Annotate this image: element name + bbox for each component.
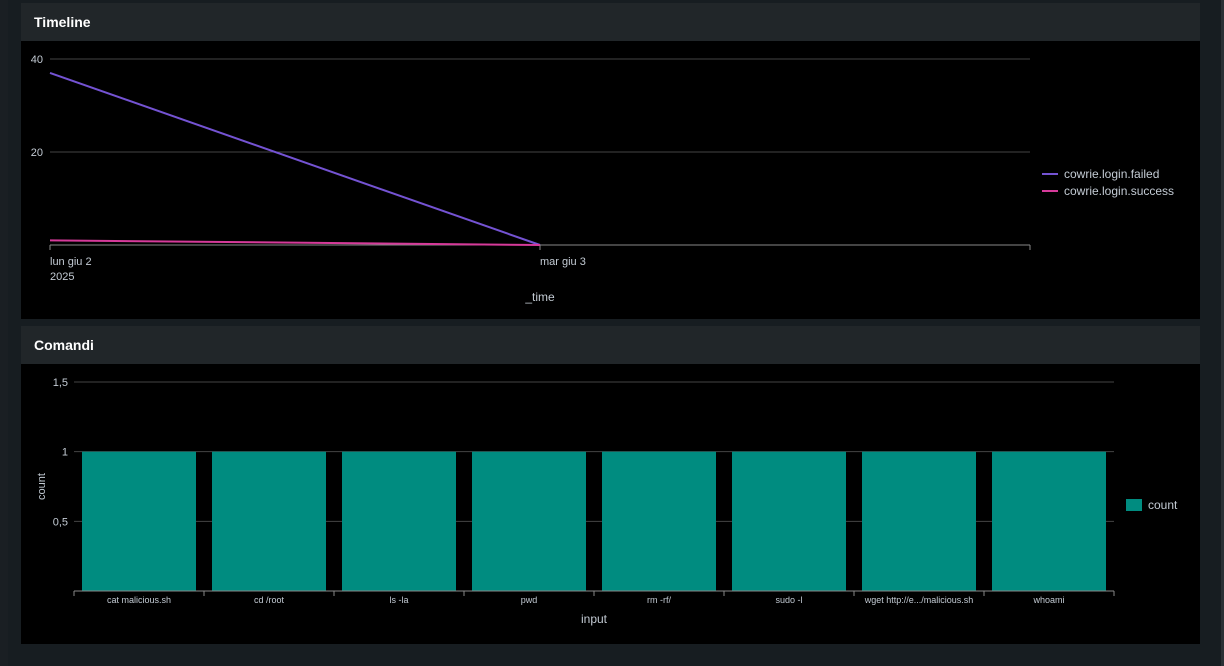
bar <box>212 451 326 591</box>
x-axis-label: input <box>581 612 608 626</box>
x-tick-label: cat malicious.sh <box>107 595 171 605</box>
x-tick-label: rm -rf/ <box>647 595 671 605</box>
x-tick-label: cd /root <box>254 595 285 605</box>
bar <box>472 451 586 591</box>
bar <box>82 451 196 591</box>
y-tick-label: 1,5 <box>53 377 68 389</box>
x-tick-label: 2025 <box>50 271 74 283</box>
comandi-chart: 0,5 1 1,5 cat malicious.sh cd /root ls -la pwd… <box>36 377 1178 626</box>
legend-label: count <box>1148 498 1178 512</box>
y-axis-label: count <box>36 473 48 500</box>
timeline-chart: 20 40 lun giu 2 2025 mar giu 3 _time cowrie.lo… <box>31 54 1174 304</box>
series-line-cowrie-login-failed <box>49 72 541 246</box>
x-tick-label: lun giu 2 <box>50 256 92 268</box>
y-tick-label: 0,5 <box>53 516 68 528</box>
x-axis-label: _time <box>524 290 555 304</box>
y-tick-label: 40 <box>31 54 43 66</box>
panel-title: Timeline <box>21 3 1200 41</box>
bar <box>992 451 1106 591</box>
legend-label: cowrie.login.failed <box>1064 167 1159 181</box>
bar <box>342 451 456 591</box>
x-tick-label: mar giu 3 <box>540 256 586 268</box>
timeline-panel: Timeline 20 40 lun giu 2 2025 mar giu 3 _time… <box>21 3 1200 319</box>
x-tick-label: sudo -l <box>775 595 802 605</box>
series-line-cowrie-login-success <box>49 239 541 246</box>
bar <box>732 451 846 591</box>
x-tick-label: pwd <box>521 595 538 605</box>
y-tick-label: 20 <box>31 147 43 159</box>
legend-swatch <box>1126 499 1142 511</box>
bar <box>862 451 976 591</box>
bar <box>602 451 716 591</box>
x-tick-label: ls -la <box>389 595 408 605</box>
legend-label: cowrie.login.success <box>1064 184 1174 198</box>
x-tick-label: wget http://e.../malicious.sh <box>864 595 974 605</box>
y-tick-label: 1 <box>62 447 68 459</box>
left-edge <box>0 0 8 666</box>
panel-title: Comandi <box>21 326 1200 364</box>
x-tick-label: whoami <box>1032 595 1064 605</box>
comandi-panel: Comandi 0,5 1 1,5 cat malicious.sh cd /root l… <box>21 326 1200 644</box>
